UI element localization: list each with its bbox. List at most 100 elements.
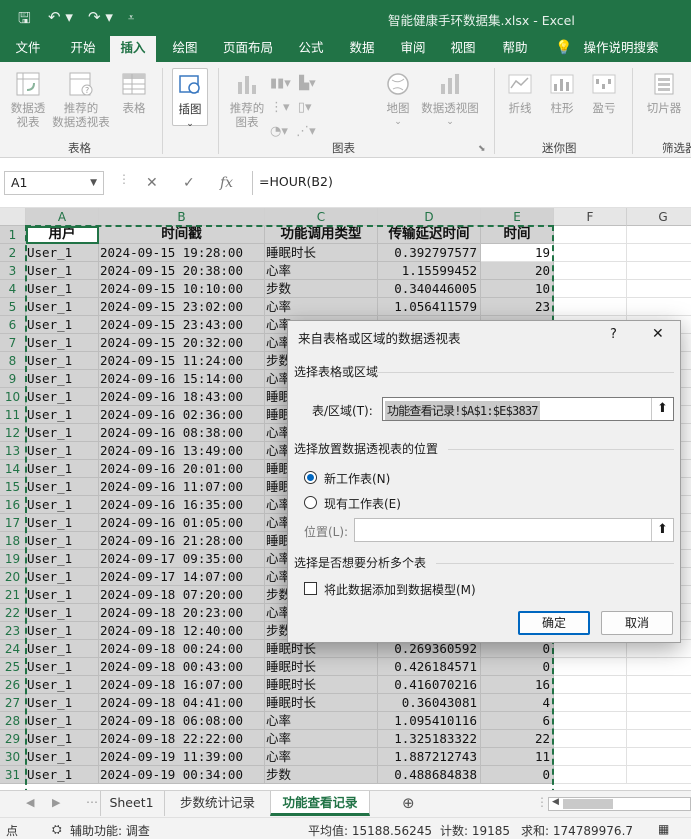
ok-button[interactable]: 确定 [518,611,590,635]
table-cell[interactable]: User_1 [26,478,99,496]
table-cell[interactable]: 0.416070216 [378,676,481,694]
chart-type-gallery[interactable]: ▮▮▾ ▙▾ ⋮▾ ▯▾ ◔▾ ⋰▾ [270,72,340,144]
normal-view-icon[interactable]: ▦ [658,822,669,836]
table-cell[interactable]: 2024-09-18 12:40:00 [99,622,265,640]
select-all-corner[interactable] [0,208,26,226]
table-cell[interactable]: User_1 [26,316,99,334]
table-cell[interactable]: 2024-09-16 08:38:00 [99,424,265,442]
row-header[interactable]: 17 [0,514,26,532]
horizontal-scrollbar[interactable]: ◀ [548,797,691,811]
table-cell[interactable]: 2024-09-16 13:49:00 [99,442,265,460]
table-cell[interactable]: User_1 [26,262,99,280]
row-header[interactable]: 31 [0,766,26,784]
row-header[interactable]: 27 [0,694,26,712]
table-cell[interactable]: 2024-09-16 21:28:00 [99,532,265,550]
row-header[interactable]: 8 [0,352,26,370]
row-header[interactable]: 2 [0,244,26,262]
table-cell[interactable]: 2024-09-15 20:32:00 [99,334,265,352]
table-cell[interactable]: 4 [481,694,554,712]
row-header[interactable]: 12 [0,424,26,442]
cancel-button[interactable]: 取消 [601,611,673,635]
table-cell[interactable]: User_1 [26,514,99,532]
recommended-pivot-button[interactable]: ? 推荐的 数据透视表 [50,70,112,129]
table-cell[interactable]: User_1 [26,622,99,640]
tab-data[interactable]: 数据 [338,36,386,62]
tab-splitter-icon[interactable]: ⋮ [536,795,548,809]
row-header[interactable]: 26 [0,676,26,694]
table-cell[interactable]: 2024-09-15 19:28:00 [99,244,265,262]
header-cell[interactable]: 功能调用类型 [265,226,378,244]
table-cell[interactable]: User_1 [26,712,99,730]
tab-file[interactable]: 文件 [0,36,56,62]
cancel-icon[interactable]: ✕ [146,175,158,191]
location-input[interactable]: ⬆ [354,518,674,542]
column-header[interactable]: E [481,208,554,226]
table-cell[interactable] [554,730,627,748]
table-cell[interactable]: 20 [481,262,554,280]
scroll-left-arrow-icon[interactable]: ◀ [552,797,559,807]
column-header[interactable]: F [554,208,627,226]
accessibility-status[interactable]: 辅助功能: 调查 [70,822,150,839]
tab-view[interactable]: 视图 [440,36,486,62]
new-worksheet-radio[interactable] [304,471,317,484]
data-model-checkbox[interactable] [304,582,317,595]
table-cell[interactable]: 1.056411579 [378,298,481,316]
table-cell[interactable] [627,694,691,712]
table-cell[interactable]: 心率 [265,298,378,316]
table-cell[interactable]: User_1 [26,640,99,658]
column-header[interactable]: G [627,208,691,226]
table-cell[interactable] [554,658,627,676]
table-cell[interactable] [554,244,627,262]
table-cell[interactable]: User_1 [26,442,99,460]
table-cell[interactable] [627,244,691,262]
column-header[interactable]: C [265,208,378,226]
table-cell[interactable]: User_1 [26,748,99,766]
row-header[interactable]: 1 [0,226,26,244]
table-cell[interactable]: User_1 [26,496,99,514]
table-cell[interactable]: User_1 [26,298,99,316]
table-cell[interactable]: User_1 [26,244,99,262]
table-cell[interactable]: 心率 [265,712,378,730]
table-cell[interactable]: 2024-09-16 15:14:00 [99,370,265,388]
header-cell[interactable]: 传输延迟时间 [378,226,481,244]
map-button[interactable]: 地图 ⌄ [380,70,416,129]
row-header[interactable]: 11 [0,406,26,424]
table-cell[interactable] [554,280,627,298]
scroll-right-icon[interactable]: ▶ [52,796,60,809]
table-cell[interactable]: 0.340446005 [378,280,481,298]
collapse-dialog-icon[interactable]: ⬆ [651,519,673,541]
table-cell[interactable]: 2024-09-18 00:24:00 [99,640,265,658]
table-cell[interactable]: User_1 [26,460,99,478]
tab-help[interactable]: 帮助 [492,36,538,62]
existing-worksheet-label[interactable]: 现有工作表(E) [324,495,401,512]
row-header[interactable]: 19 [0,550,26,568]
row-header[interactable]: 28 [0,712,26,730]
table-cell[interactable]: User_1 [26,586,99,604]
table-cell[interactable]: 6 [481,712,554,730]
table-cell[interactable]: 2024-09-18 22:22:00 [99,730,265,748]
table-cell[interactable]: 1.15599452 [378,262,481,280]
column-header[interactable]: A [26,208,99,226]
tab-insert[interactable]: 插入 [110,36,156,62]
drag-handle-icon[interactable]: ⋮ [118,172,130,186]
row-header[interactable]: 13 [0,442,26,460]
row-header[interactable]: 16 [0,496,26,514]
table-cell[interactable]: 1.095410116 [378,712,481,730]
table-cell[interactable]: 19 [481,244,554,262]
table-cell[interactable]: 2024-09-16 02:36:00 [99,406,265,424]
table-cell[interactable]: 0.392797577 [378,244,481,262]
table-cell[interactable] [554,676,627,694]
new-worksheet-label[interactable]: 新工作表(N) [324,470,390,487]
row-header[interactable]: 23 [0,622,26,640]
row-header[interactable]: 25 [0,658,26,676]
row-header[interactable]: 30 [0,748,26,766]
table-cell[interactable]: 睡眠时长 [265,658,378,676]
pivot-table-button[interactable]: 数据透 视表 [4,70,52,129]
table-cell[interactable]: User_1 [26,370,99,388]
table-cell[interactable]: User_1 [26,550,99,568]
enter-icon[interactable]: ✓ [183,175,195,191]
table-cell[interactable]: 0 [481,658,554,676]
sheet-tab-feature-view[interactable]: 功能查看记录 [270,791,370,816]
table-cell[interactable] [554,712,627,730]
table-cell[interactable]: 1.887212743 [378,748,481,766]
